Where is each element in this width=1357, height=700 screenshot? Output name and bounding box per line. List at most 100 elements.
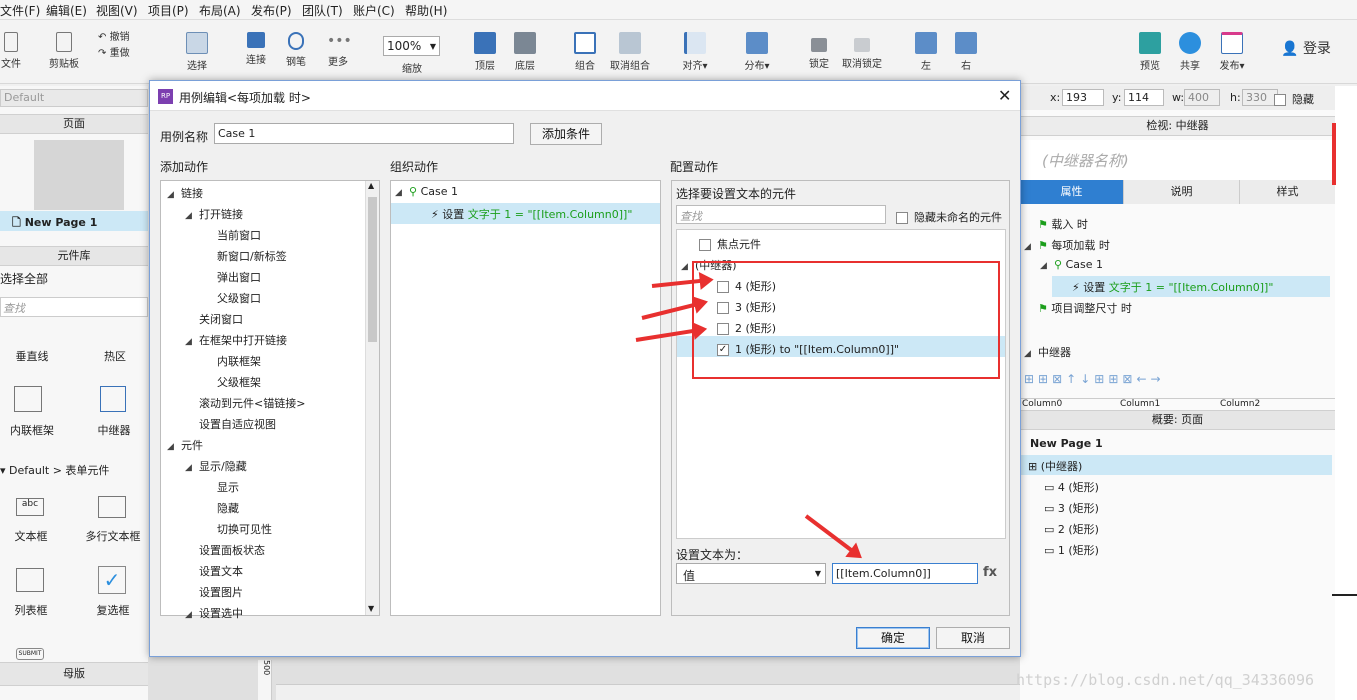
action-item[interactable]: 设置面板状态 <box>199 542 265 558</box>
action-item[interactable]: 关闭窗口 <box>199 311 243 327</box>
action-item[interactable]: ◢ 设置选中 <box>185 605 243 621</box>
cancel-button[interactable]: 取消 <box>936 627 1010 649</box>
action-item[interactable]: 设置文本 <box>199 563 243 579</box>
action-item[interactable]: 内联框架 <box>217 353 261 369</box>
widget-repeater[interactable]: 中继器 <box>90 422 138 438</box>
outline-rect-1[interactable]: ▭ 1 (矩形) <box>1044 542 1099 558</box>
login-button[interactable]: 👤 登录 <box>1280 38 1332 58</box>
widget-search-input[interactable]: 查找 <box>676 205 886 224</box>
menu-help[interactable]: 帮助(H) <box>405 2 447 19</box>
event-item-resize[interactable]: ⚑ 项目调整尺寸 时 <box>1038 300 1132 316</box>
horizontal-scrollbar[interactable] <box>276 684 1020 700</box>
share-button[interactable]: 共享 <box>1176 32 1204 72</box>
widget-inline-frame[interactable]: 内联框架 <box>4 422 60 438</box>
group-button[interactable]: 组合 <box>570 32 600 72</box>
connect-button[interactable]: 连接 <box>242 32 270 66</box>
select-all[interactable]: 选择全部 <box>0 270 48 287</box>
menu-file[interactable]: 文件(F) <box>0 2 40 19</box>
hide-checkbox[interactable]: 隐藏 <box>1274 91 1314 107</box>
redo-button[interactable]: ↷ 重做 <box>98 44 140 59</box>
event-case[interactable]: ◢ ⚲ Case 1 <box>1040 258 1103 271</box>
action-item[interactable]: ◢ 元件 <box>167 437 203 453</box>
select-button[interactable]: 选择 <box>172 32 222 72</box>
action-item[interactable]: 弹出窗口 <box>217 269 261 285</box>
event-item-loaded[interactable]: ◢ ⚑ 每项加载 时 <box>1024 237 1110 253</box>
ok-button[interactable]: 确定 <box>856 627 930 649</box>
repeater-section[interactable]: ◢ 中继器 <box>1024 344 1071 360</box>
hide-unnamed-checkbox[interactable]: 隐藏未命名的元件 <box>896 209 1002 225</box>
text-value-input[interactable]: [[Item.Column0]] <box>832 563 978 584</box>
publish-button[interactable]: 发布▾ <box>1214 32 1250 72</box>
repeater-toolbar[interactable]: ⊞⊞⊠↑↓⊞⊞⊠←→ <box>1024 372 1254 386</box>
action-item[interactable]: 显示 <box>217 479 239 495</box>
more-button[interactable]: ••• 更多 <box>320 32 356 68</box>
widget-search[interactable]: 查找 <box>0 297 148 317</box>
action-item[interactable]: ◢ 链接 <box>167 185 203 201</box>
action-item[interactable]: 切换可见性 <box>217 521 272 537</box>
action-item[interactable]: 当前窗口 <box>217 227 261 243</box>
style-select[interactable]: Default <box>0 89 148 107</box>
outline-rect-3[interactable]: ▭ 3 (矩形) <box>1044 500 1099 516</box>
widget-textbox[interactable]: 文本框 <box>6 528 56 544</box>
add-condition-button[interactable]: 添加条件 <box>530 123 602 145</box>
widget-textarea[interactable]: 多行文本框 <box>82 528 144 544</box>
y-field[interactable]: 114 <box>1124 89 1164 106</box>
align-button[interactable]: 对齐▾ <box>678 32 712 72</box>
submit-widget[interactable]: SUBMIT <box>16 648 44 660</box>
action-item[interactable]: 新窗口/新标签 <box>217 248 287 264</box>
tab-properties[interactable]: 属性 <box>1020 180 1123 204</box>
action-item[interactable]: 设置自适应视图 <box>199 416 276 432</box>
lock-button[interactable]: 锁定 <box>805 32 833 70</box>
menu-layout[interactable]: 布局(A) <box>199 2 241 19</box>
event-onload[interactable]: ⚑ 载入 时 <box>1038 216 1088 232</box>
clipboard-button[interactable]: 剪贴板 <box>48 32 80 70</box>
menu-project[interactable]: 项目(P) <box>148 2 189 19</box>
menu-publish[interactable]: 发布(P) <box>251 2 292 19</box>
action-item[interactable]: 隐藏 <box>217 500 239 516</box>
widget-name-field[interactable]: (中继器名称) <box>1020 140 1335 180</box>
bring-top-button[interactable]: 顶层 <box>470 32 500 72</box>
action-item[interactable]: 父级窗口 <box>217 290 261 306</box>
menu-view[interactable]: 视图(V) <box>96 2 138 19</box>
file-button[interactable]: 文件 <box>0 32 22 70</box>
organize-case[interactable]: ◢ ⚲ Case 1 <box>395 185 458 198</box>
action-item[interactable]: ◢ 打开链接 <box>185 206 243 222</box>
align-right-button[interactable]: 右 <box>954 32 978 72</box>
zoom-select[interactable]: 100% ▼ <box>383 36 440 56</box>
widget-vertical-line[interactable]: 垂直线 <box>12 348 52 364</box>
widget-checkbox[interactable]: 复选框 <box>86 602 140 618</box>
action-scrollbar[interactable]: ▲ ▼ <box>365 181 379 615</box>
unlock-button[interactable]: 取消锁定 <box>842 32 882 70</box>
case-name-input[interactable]: Case 1 <box>214 123 514 144</box>
tab-style[interactable]: 样式 <box>1239 180 1335 204</box>
ungroup-button[interactable]: 取消组合 <box>606 32 654 72</box>
outline-rect-4[interactable]: ▭ 4 (矩形) <box>1044 479 1099 495</box>
scroll-down-icon[interactable]: ▼ <box>368 604 374 613</box>
widget-hotspot[interactable]: 热区 <box>95 348 135 364</box>
preview-button[interactable]: 预览 <box>1136 32 1164 72</box>
x-field[interactable]: 193 <box>1062 89 1104 106</box>
value-type-select[interactable]: 值 ▼ <box>676 563 826 584</box>
send-bottom-button[interactable]: 底层 <box>510 32 540 72</box>
scroll-thumb[interactable] <box>368 197 377 342</box>
focus-widget-item[interactable]: 焦点元件 <box>699 236 761 252</box>
menu-edit[interactable]: 编辑(E) <box>46 2 87 19</box>
w-field[interactable]: 400 <box>1184 89 1220 106</box>
scroll-up-icon[interactable]: ▲ <box>368 181 374 190</box>
menu-team[interactable]: 团队(T) <box>302 2 343 19</box>
action-item[interactable]: 设置图片 <box>199 584 243 600</box>
outline-page[interactable]: New Page 1 <box>1030 437 1103 450</box>
form-section[interactable]: ▾ Default > 表单元件 <box>0 462 109 478</box>
action-item[interactable]: ◢ 在框架中打开链接 <box>185 332 287 348</box>
undo-button[interactable]: ↶ 撤销 <box>98 28 140 43</box>
page-item[interactable]: 🗋 New Page 1 <box>0 211 148 231</box>
menu-account[interactable]: 账户(C) <box>353 2 395 19</box>
action-item[interactable]: ◢ 显示/隐藏 <box>185 458 247 474</box>
pen-button[interactable]: 钢笔 <box>282 32 310 68</box>
close-icon[interactable]: ✕ <box>998 86 1011 105</box>
widget-listbox[interactable]: 列表框 <box>6 602 56 618</box>
distribute-button[interactable]: 分布▾ <box>740 32 774 72</box>
fx-button[interactable]: fx <box>983 565 997 580</box>
action-item[interactable]: 滚动到元件<锚链接> <box>199 395 305 411</box>
tab-notes[interactable]: 说明 <box>1123 180 1239 204</box>
